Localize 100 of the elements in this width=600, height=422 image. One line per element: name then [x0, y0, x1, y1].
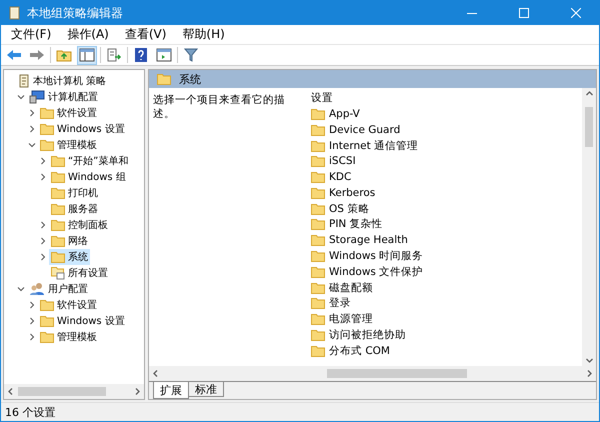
tree-item[interactable]: 计算机配置: [27, 89, 100, 105]
folder-icon: [51, 171, 65, 183]
tree-item[interactable]: 本地计算机 策略: [16, 73, 108, 89]
setting-item[interactable]: Device Guard: [311, 122, 400, 138]
setting-item[interactable]: OS 策略: [311, 200, 370, 217]
chevron-right-icon[interactable]: [28, 333, 36, 341]
scrollbar-thumb[interactable]: [18, 387, 106, 396]
scroll-right-icon[interactable]: [586, 370, 593, 377]
folder-icon: [40, 315, 54, 327]
scroll-left-icon[interactable]: [7, 388, 14, 395]
folder-icon: [311, 282, 325, 294]
folder-icon: [311, 234, 325, 246]
setting-item[interactable]: 磁盘配额: [311, 280, 373, 296]
folder-icon: [311, 171, 325, 184]
folder-icon: [311, 155, 325, 168]
chevron-right-icon[interactable]: [28, 301, 36, 309]
folder-icon: [311, 297, 325, 310]
maximize-icon: [519, 8, 529, 18]
folder-icon: [157, 73, 171, 85]
tree-item[interactable]: Windows 组: [49, 169, 128, 185]
chevron-right-icon[interactable]: [39, 221, 47, 229]
setting-item[interactable]: 访问被拒绝协助: [311, 327, 406, 344]
folder-icon: [51, 155, 65, 167]
folder-icon: [311, 186, 325, 199]
tree-item[interactable]: 网络: [49, 233, 90, 249]
tree-item[interactable]: 服务器: [49, 201, 100, 217]
tree-item[interactable]: 系统: [49, 249, 90, 265]
setting-item[interactable]: Kerberos: [311, 184, 376, 201]
tree-item[interactable]: 打印机: [49, 185, 100, 201]
chevron-right-icon[interactable]: [39, 173, 47, 181]
folder-icon: [51, 203, 65, 215]
scrollbar-thumb[interactable]: [327, 369, 467, 378]
chevron-right-icon[interactable]: [28, 125, 36, 133]
setting-item[interactable]: PIN 复杂性: [311, 216, 383, 232]
scroll-up-icon[interactable]: [586, 90, 592, 97]
setting-item[interactable]: Storage Health: [311, 232, 408, 248]
menu-item[interactable]: 查看(V): [116, 25, 174, 44]
tree-item[interactable]: 软件设置: [38, 297, 99, 313]
folder-icon: [40, 123, 54, 135]
setting-item[interactable]: 登录: [311, 295, 351, 312]
menu-item[interactable]: 操作(A): [59, 25, 117, 44]
tree-item[interactable]: 所有设置: [49, 265, 110, 281]
folder-icon: [311, 218, 325, 230]
tree-item[interactable]: 管理模板: [38, 329, 99, 345]
description-text: 选择一个项目来查看它的描述。: [153, 94, 285, 120]
tree-item[interactable]: 管理模板: [38, 137, 99, 153]
menu-item[interactable]: 帮助(H): [174, 25, 233, 44]
filter-button[interactable]: [181, 46, 201, 64]
folder-icon: [311, 140, 325, 152]
folder-icon: [40, 331, 54, 343]
scroll-left-icon[interactable]: [152, 370, 159, 377]
view-tab[interactable]: 标准: [188, 382, 224, 397]
folder-icon: [311, 250, 325, 262]
folder-icon: [40, 107, 54, 119]
folder-icon: [311, 266, 325, 278]
folder-icon: [311, 202, 325, 215]
tree-item[interactable]: 控制面板: [49, 217, 110, 233]
folder-icon: [51, 219, 65, 231]
setting-item[interactable]: App-V: [311, 106, 360, 122]
folder-icon: [51, 251, 65, 263]
folder-icon: [311, 344, 325, 357]
chevron-down-icon[interactable]: [17, 93, 25, 101]
status-text: 16 个设置: [5, 404, 56, 420]
tree-item[interactable]: “开始”菜单和: [49, 153, 130, 169]
scrollbar-thumb[interactable]: [585, 107, 593, 147]
chevron-down-icon[interactable]: [28, 141, 36, 149]
setting-item[interactable]: 分布式 COM: [311, 342, 390, 359]
window-title: 本地组策略编辑器: [27, 4, 124, 22]
tree-item[interactable]: Windows 设置: [38, 121, 127, 137]
chevron-right-icon[interactable]: [39, 157, 47, 165]
action-pane-button[interactable]: [154, 46, 174, 64]
folder-icon: [311, 329, 325, 342]
chevron-right-icon[interactable]: [39, 253, 47, 261]
folder-icon: [51, 187, 65, 199]
setting-item[interactable]: 电源管理: [311, 311, 373, 328]
scroll-right-icon[interactable]: [134, 388, 141, 395]
console-tree-button[interactable]: [77, 46, 97, 64]
tree-item[interactable]: 软件设置: [38, 105, 99, 121]
column-header[interactable]: 设置: [311, 92, 333, 104]
setting-item[interactable]: Windows 文件保护: [311, 264, 424, 280]
setting-item[interactable]: iSCSI: [311, 153, 356, 170]
close-icon: [571, 8, 581, 18]
tree-item[interactable]: Windows 设置: [38, 313, 127, 329]
tree-item[interactable]: 用户配置: [27, 281, 90, 297]
chevron-down-icon[interactable]: [17, 285, 25, 293]
folder-icon: [311, 108, 325, 120]
chevron-right-icon[interactable]: [28, 317, 36, 325]
settings-list-icon: [51, 266, 65, 280]
folder-icon: [311, 313, 325, 326]
view-tab[interactable]: 扩展: [153, 382, 189, 399]
chevron-right-icon[interactable]: [28, 109, 36, 117]
setting-item[interactable]: Windows 时间服务: [311, 248, 424, 264]
scroll-down-icon[interactable]: [586, 357, 592, 364]
chevron-right-icon[interactable]: [39, 237, 47, 245]
folder-icon: [51, 235, 65, 247]
setting-item[interactable]: Internet 通信管理: [311, 138, 418, 154]
menu-item[interactable]: 文件(F): [3, 25, 60, 44]
folder-icon: [311, 124, 325, 136]
setting-item[interactable]: KDC: [311, 169, 352, 186]
computer-icon: [29, 90, 45, 104]
